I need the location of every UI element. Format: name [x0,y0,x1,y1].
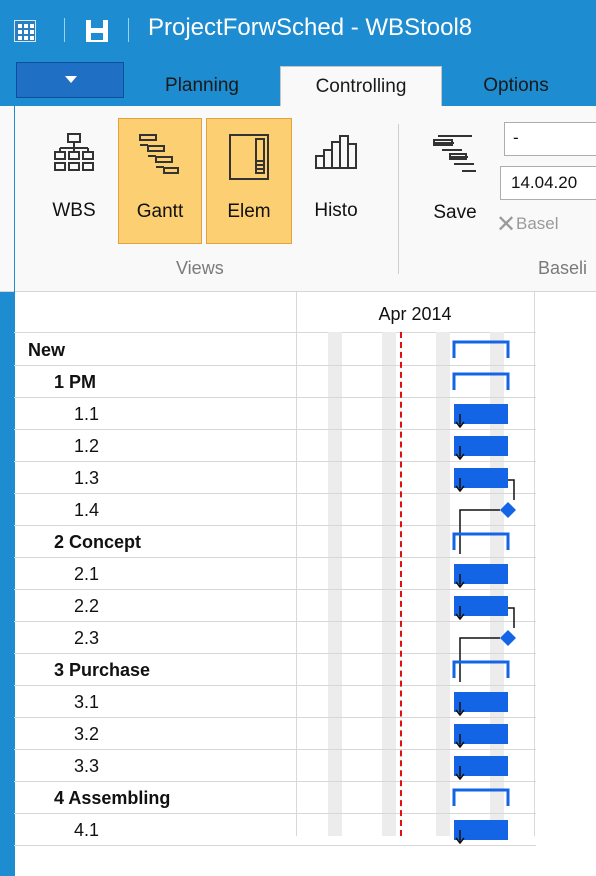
milestone-diamond[interactable] [500,630,516,646]
task-bar[interactable] [454,756,508,776]
gantt-bars [452,340,516,845]
dependency-arrow [508,607,515,628]
task-bar[interactable] [454,724,508,744]
summary-bar[interactable] [452,788,510,806]
task-bar[interactable] [454,404,508,424]
task-bar[interactable] [454,820,508,840]
summary-bar[interactable] [452,532,510,550]
task-bar[interactable] [454,468,508,488]
task-bar[interactable] [454,436,508,456]
task-bar[interactable] [454,564,508,584]
dependency-arrow [459,637,500,682]
summary-bar[interactable] [452,340,510,358]
summary-bar[interactable] [452,660,510,678]
dependency-arrow [508,479,515,500]
summary-bar[interactable] [452,372,510,390]
dependency-arrow [459,509,500,554]
milestone-diamond[interactable] [500,502,516,518]
task-bar[interactable] [454,596,508,616]
task-bar[interactable] [454,692,508,712]
